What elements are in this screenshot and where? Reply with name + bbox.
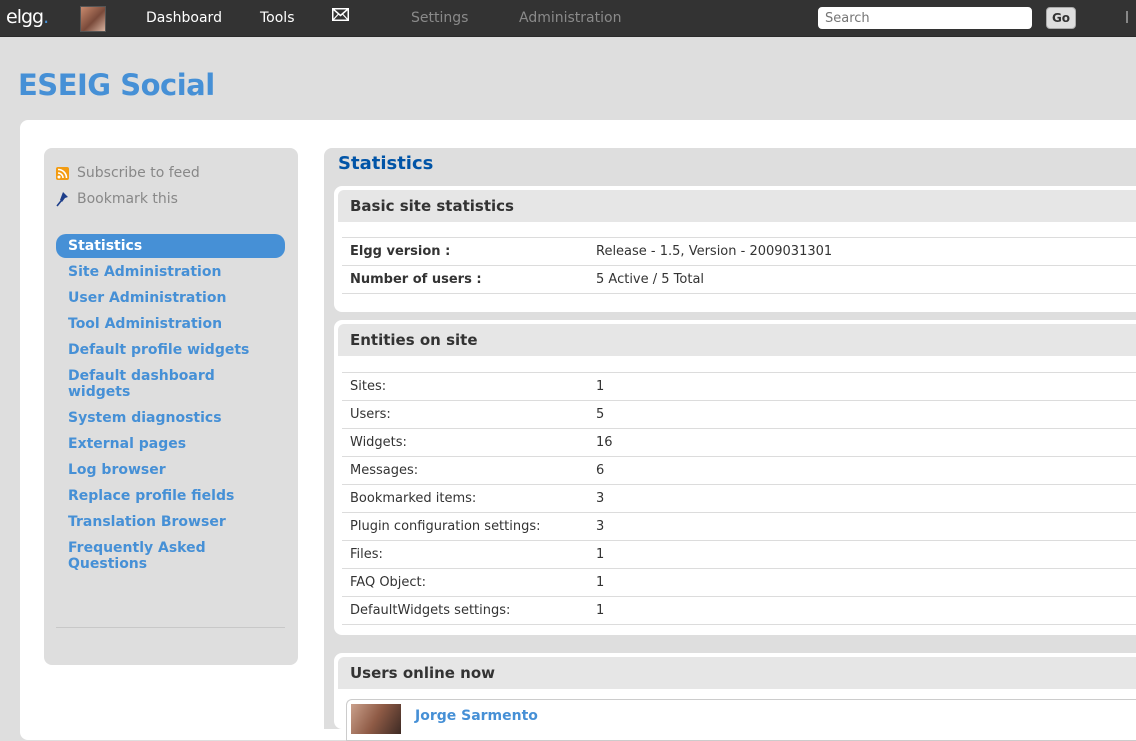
sidebar-divider <box>56 627 285 628</box>
entity-count: 3 <box>588 484 1136 513</box>
entity-label: Bookmarked items: <box>342 484 588 513</box>
entity-label: DefaultWidgets settings: <box>342 596 588 625</box>
content-header: Statistics <box>324 148 1136 184</box>
basic-stats-title-bar: Basic site statistics <box>338 190 1136 222</box>
top-toolbar: elgg. Dashboard Tools Settings Administr… <box>0 0 1136 37</box>
site-title[interactable]: ESEIG Social <box>18 68 215 102</box>
entity-label: FAQ Object: <box>342 568 588 597</box>
table-row: Bookmarked items: 3 <box>342 484 1136 513</box>
menu-default-dashboard-widgets[interactable]: Default dashboard widgets <box>56 364 256 404</box>
elgg-logo-text: elgg <box>6 6 44 28</box>
subscribe-feed-label: Subscribe to feed <box>77 165 200 181</box>
page-title: Statistics <box>338 153 434 174</box>
table-row: Messages: 6 <box>342 456 1136 485</box>
menu-frequently-asked-questions[interactable]: Frequently Asked Questions <box>56 536 246 576</box>
menu-translation-browser[interactable]: Translation Browser <box>56 510 285 534</box>
menu-user-administration[interactable]: User Administration <box>56 286 285 310</box>
entity-label: Users: <box>342 400 588 429</box>
rss-icon <box>56 166 69 180</box>
table-row: Elgg version : Release - 1.5, Version - … <box>342 237 1136 266</box>
table-row: Sites: 1 <box>342 372 1136 401</box>
nav-tools[interactable]: Tools <box>260 10 295 26</box>
pushpin-icon <box>56 192 68 207</box>
online-user-name[interactable]: Jorge Sarmento <box>415 708 538 724</box>
elgg-logo-dot: . <box>43 6 49 28</box>
table-row: Users: 5 <box>342 400 1136 429</box>
entity-label: Messages: <box>342 456 588 485</box>
entity-count: 6 <box>588 456 1136 485</box>
table-row: Plugin configuration settings: 3 <box>342 512 1136 541</box>
table-row: DefaultWidgets settings: 1 <box>342 596 1136 625</box>
users-online-title-bar: Users online now <box>338 657 1136 689</box>
admin-menu: Statistics Site Administration User Admi… <box>56 234 285 578</box>
menu-replace-profile-fields[interactable]: Replace profile fields <box>56 484 285 508</box>
entities-panel: Entities on site Sites: 1 Users: 5 Widgets… <box>334 320 1136 635</box>
nav-settings[interactable]: Settings <box>411 10 468 26</box>
user-avatar[interactable] <box>80 6 106 32</box>
basic-stats-table: Elgg version : Release - 1.5, Version - … <box>342 237 1136 294</box>
nav-dashboard[interactable]: Dashboard <box>146 10 222 26</box>
stat-label: Number of users : <box>342 265 588 294</box>
users-online-title: Users online now <box>350 664 496 682</box>
table-row: FAQ Object: 1 <box>342 568 1136 597</box>
entities-title: Entities on site <box>350 331 478 349</box>
entity-label: Sites: <box>342 372 588 401</box>
entities-title-bar: Entities on site <box>338 324 1136 356</box>
messages-icon[interactable] <box>332 8 349 21</box>
table-row: Number of users : 5 Active / 5 Total <box>342 265 1136 294</box>
bookmark-this-label: Bookmark this <box>77 191 178 207</box>
menu-statistics[interactable]: Statistics <box>56 234 285 258</box>
toolbar-edge-divider <box>1126 11 1132 23</box>
elgg-logo[interactable]: elgg. <box>6 6 49 28</box>
online-user-avatar[interactable] <box>351 704 401 734</box>
entities-table: Sites: 1 Users: 5 Widgets: 16 Messages: 6 Bo… <box>342 372 1136 625</box>
online-user-card: Jorge Sarmento <box>346 699 1136 741</box>
entity-label: Widgets: <box>342 428 588 457</box>
menu-system-diagnostics[interactable]: System diagnostics <box>56 406 285 430</box>
entity-count: 1 <box>588 568 1136 597</box>
entity-count: 16 <box>588 428 1136 457</box>
entity-count: 1 <box>588 372 1136 401</box>
table-row: Widgets: 16 <box>342 428 1136 457</box>
admin-sidebar: Subscribe to feed Bookmark this Statisti… <box>44 148 298 665</box>
subscribe-feed-link[interactable]: Subscribe to feed <box>56 165 200 181</box>
entity-count: 1 <box>588 540 1136 569</box>
menu-log-browser[interactable]: Log browser <box>56 458 285 482</box>
users-online-panel: Users online now Jorge Sarmento <box>334 653 1136 741</box>
search-input[interactable] <box>818 7 1032 29</box>
bookmark-this-link[interactable]: Bookmark this <box>56 191 178 207</box>
stat-value: Release - 1.5, Version - 2009031301 <box>588 237 1136 266</box>
stat-label: Elgg version : <box>342 237 588 266</box>
nav-administration[interactable]: Administration <box>519 10 621 26</box>
entity-count: 5 <box>588 400 1136 429</box>
menu-tool-administration[interactable]: Tool Administration <box>56 312 285 336</box>
menu-external-pages[interactable]: External pages <box>56 432 285 456</box>
table-row: Files: 1 <box>342 540 1136 569</box>
basic-stats-panel: Basic site statistics Elgg version : Rel… <box>334 186 1136 312</box>
entity-count: 1 <box>588 596 1136 625</box>
menu-site-administration[interactable]: Site Administration <box>56 260 285 284</box>
entity-count: 3 <box>588 512 1136 541</box>
search-go-button[interactable]: Go <box>1046 7 1076 29</box>
entity-label: Plugin configuration settings: <box>342 512 588 541</box>
stat-value: 5 Active / 5 Total <box>588 265 1136 294</box>
menu-default-profile-widgets[interactable]: Default profile widgets <box>56 338 285 362</box>
basic-stats-title: Basic site statistics <box>350 197 514 215</box>
entity-label: Files: <box>342 540 588 569</box>
